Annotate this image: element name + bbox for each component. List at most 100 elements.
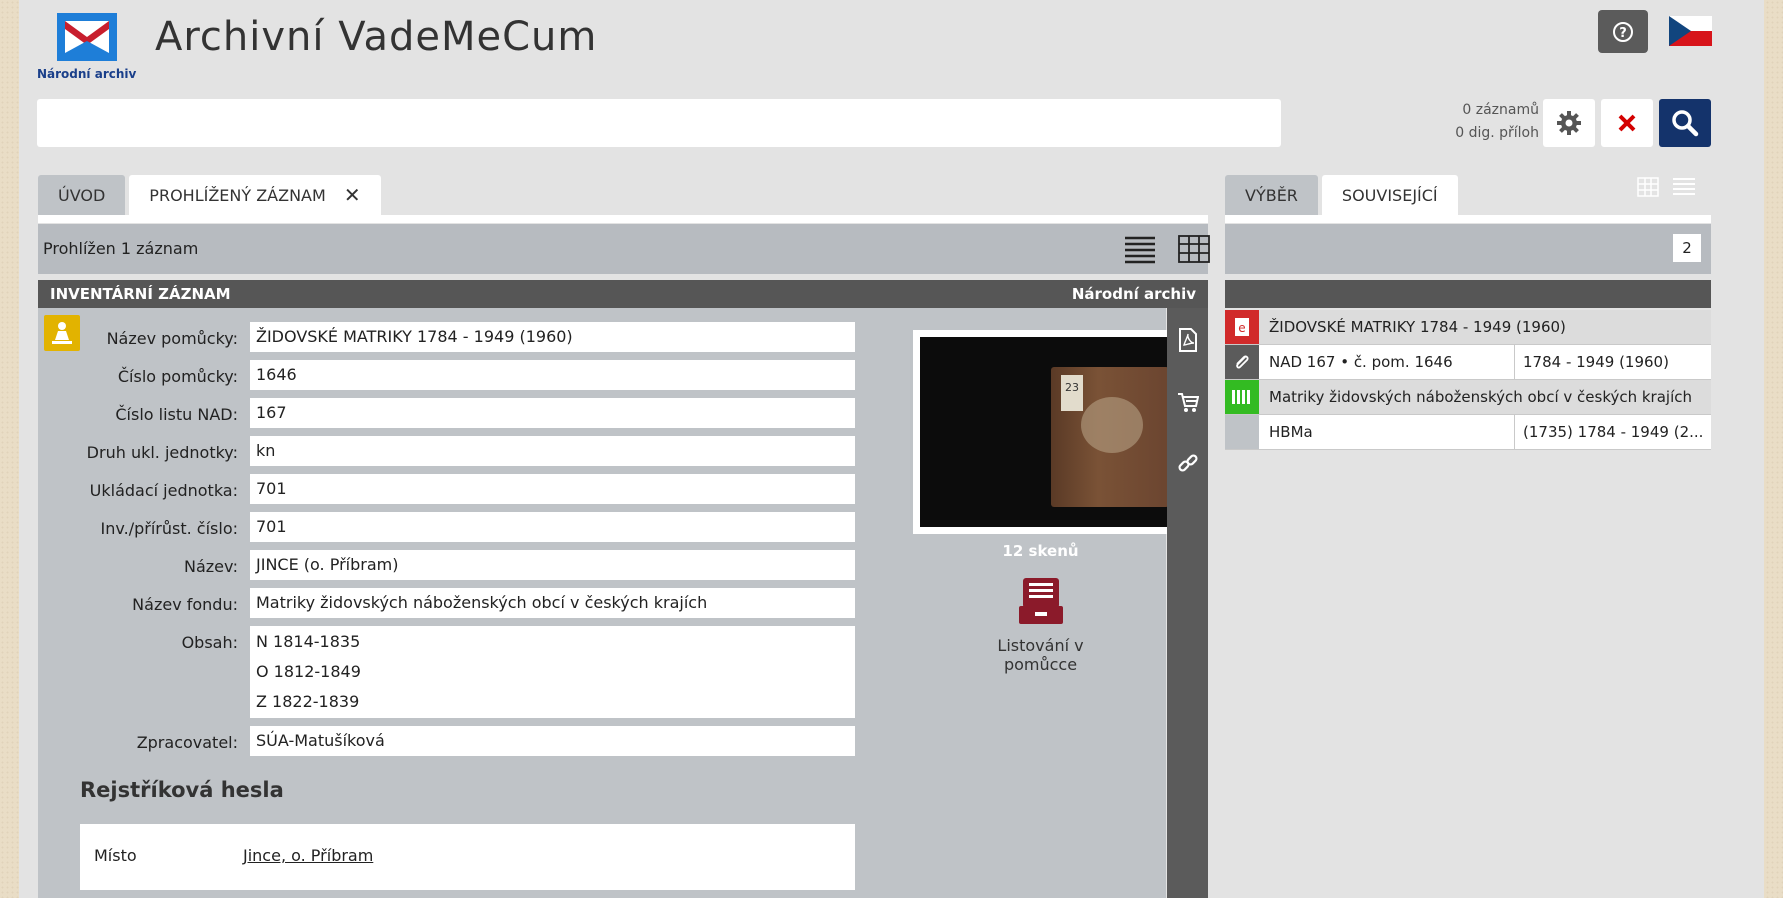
related-item-title: NAD 167 • č. pom. 1646: [1269, 353, 1453, 371]
related-item[interactable]: NAD 167 • č. pom. 1646 1784 - 1949 (1960…: [1225, 345, 1711, 380]
logo-icon: [57, 13, 117, 61]
right-view-toggles: [1637, 177, 1695, 197]
tab-underline-right: [1225, 215, 1711, 223]
list-view-icon[interactable]: [1673, 177, 1695, 197]
tab-related[interactable]: SOUVISEJÍCÍ: [1321, 175, 1458, 215]
record-header: INVENTÁRNÍ ZÁZNAM Národní archiv: [38, 280, 1208, 308]
tab-selection[interactable]: VÝBĚR: [1225, 175, 1318, 215]
results-status-bar: Prohlížen 1 záznam: [38, 224, 1210, 274]
field-value: 701: [250, 512, 855, 542]
field-value: 1646: [250, 360, 855, 390]
search-button[interactable]: [1659, 99, 1711, 147]
field-row: Zpracovatel: SÚA-Matušíková: [38, 726, 858, 756]
field-value: 701: [250, 474, 855, 504]
browse-finding-aid-button[interactable]: Listování v pomůcce: [963, 576, 1118, 674]
field-label: Obsah:: [181, 633, 238, 652]
scan-thumbnail[interactable]: 23: [913, 330, 1172, 534]
search-icon: [1672, 110, 1699, 137]
national-archive-logo[interactable]: Národní archiv: [37, 10, 137, 81]
tab-underline: [38, 215, 1208, 223]
field-value: Matriky židovských náboženských obcí v č…: [250, 588, 855, 618]
related-item[interactable]: Matriky židovských náboženských obcí v č…: [1225, 380, 1711, 415]
related-header: [1225, 280, 1711, 308]
right-tabs: VÝBĚR SOUVISEJÍCÍ: [1225, 175, 1462, 215]
app-window: Národní archiv Archivní VadeMeCum ? 0 zá…: [19, 0, 1764, 898]
tab-selection-label: VÝBĚR: [1245, 185, 1298, 205]
czech-flag-icon[interactable]: [1669, 16, 1712, 46]
link-icon[interactable]: [1177, 452, 1199, 476]
related-item-date: 1784 - 1949 (1960): [1514, 345, 1710, 379]
browse-label: Listování v pomůcce: [997, 636, 1084, 674]
record-type: INVENTÁRNÍ ZÁZNAM: [50, 285, 231, 303]
row-spacer: [1225, 415, 1259, 449]
field-label: Název fondu:: [132, 595, 238, 614]
field-label: Číslo listu NAD:: [115, 405, 238, 424]
svg-text:?: ?: [1619, 26, 1627, 41]
index-key: Místo: [94, 846, 137, 865]
close-icon: [1618, 114, 1636, 132]
svg-text:e: e: [1238, 321, 1245, 335]
search-input[interactable]: [37, 99, 1281, 147]
field-value: SÚA-Matušíková: [250, 726, 855, 756]
related-item[interactable]: HBMa (1735) 1784 - 1949 (2...: [1225, 415, 1711, 450]
related-item-title: Matriky židovských náboženských obcí v č…: [1269, 388, 1693, 406]
list-view-icon[interactable]: [1124, 234, 1156, 264]
field-row: Název: JINCE (o. Příbram): [38, 550, 858, 580]
related-item-date: (1735) 1784 - 1949 (2...: [1514, 415, 1710, 449]
record-detail: Název pomůcky: ŽIDOVSKÉ MATRIKY 1784 - 1…: [38, 308, 1172, 898]
record-actions-bar: [1167, 308, 1208, 898]
left-tabs: ÚVOD PROHLÍŽENÝ ZÁZNAM ✕: [38, 175, 385, 215]
archive-box-icon: [1018, 578, 1063, 624]
content-line: Z 1822-1839: [256, 692, 360, 711]
help-button[interactable]: ?: [1598, 10, 1648, 53]
logo-text: Národní archiv: [37, 67, 137, 81]
fund-icon: [1225, 380, 1259, 414]
settings-button[interactable]: [1543, 99, 1595, 147]
record-archive: Národní archiv: [1071, 285, 1196, 303]
cart-icon[interactable]: [1177, 390, 1199, 414]
tab-viewed-record-label: PROHLÍŽENÝ ZÁZNAM: [149, 185, 326, 205]
content-line: O 1812-1849: [256, 662, 361, 681]
grid-view-icon[interactable]: [1637, 177, 1659, 197]
paperclip-icon: [1225, 345, 1259, 379]
related-item[interactable]: e ŽIDOVSKÉ MATRIKY 1784 - 1949 (1960): [1225, 310, 1711, 345]
field-label: Číslo pomůcky:: [117, 367, 238, 386]
tab-intro[interactable]: ÚVOD: [38, 175, 126, 215]
field-label: Druh ukl. jednotky:: [86, 443, 238, 462]
field-label: Název pomůcky:: [106, 329, 238, 348]
field-label: Ukládací jednotka:: [89, 481, 238, 500]
tab-intro-label: ÚVOD: [58, 185, 106, 205]
index-place-link[interactable]: Jince, o. Příbram: [243, 846, 373, 865]
field-label: Inv./přírůst. číslo:: [100, 519, 238, 538]
index-entries-title: Rejstříková hesla: [80, 778, 284, 802]
help-icon: ?: [1613, 21, 1633, 42]
field-value: kn: [250, 436, 855, 466]
field-label: Zpracovatel:: [136, 733, 238, 752]
close-tab-icon[interactable]: ✕: [344, 183, 361, 207]
field-row: Ukládací jednotka: 701: [38, 474, 858, 504]
gear-icon: [1557, 111, 1581, 135]
related-item-title: HBMa: [1269, 423, 1313, 441]
digital-attachments-count: 0 dig. příloh: [1455, 125, 1539, 141]
index-entries-box: Místo Jince, o. Příbram: [80, 824, 855, 890]
field-row: Inv./přírůst. číslo: 701: [38, 512, 858, 542]
finding-aid-icon: e: [1225, 310, 1259, 344]
viewed-count: Prohlížen 1 záznam: [43, 239, 199, 258]
records-count: 0 záznamů: [1462, 102, 1539, 118]
book-tag: 23: [1061, 375, 1083, 411]
record-fields: Název pomůcky: ŽIDOVSKÉ MATRIKY 1784 - 1…: [38, 322, 858, 764]
related-status-bar: 2: [1225, 224, 1711, 274]
search-result-counts: 0 záznamů 0 dig. příloh: [1279, 99, 1539, 147]
field-row: Obsah: N 1814-1835 O 1812-1849 Z 1822-18…: [38, 626, 858, 718]
pdf-icon[interactable]: [1177, 328, 1199, 352]
clear-search-button[interactable]: [1601, 99, 1653, 147]
field-value: JINCE (o. Příbram): [250, 550, 855, 580]
table-view-icon[interactable]: [1178, 234, 1210, 264]
tab-viewed-record[interactable]: PROHLÍŽENÝ ZÁZNAM ✕: [129, 175, 381, 215]
field-label: Název:: [184, 557, 238, 576]
book-label-spot: [1081, 397, 1143, 453]
field-value: 167: [250, 398, 855, 428]
app-title: Archivní VadeMeCum: [155, 14, 598, 60]
field-row: Název pomůcky: ŽIDOVSKÉ MATRIKY 1784 - 1…: [38, 322, 858, 352]
scan-image: 23: [920, 337, 1172, 527]
